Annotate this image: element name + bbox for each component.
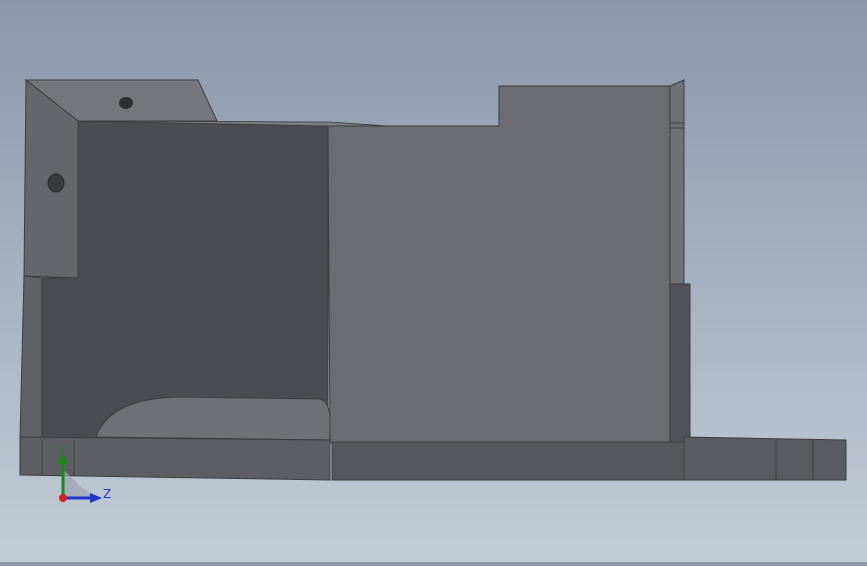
- y-axis-label: Y: [58, 445, 66, 456]
- top-hole[interactable]: [119, 97, 133, 109]
- right-rail[interactable]: [683, 436, 847, 481]
- model-canvas[interactable]: [0, 0, 867, 562]
- front-block[interactable]: [327, 85, 671, 444]
- z-arrow-icon: [90, 493, 102, 503]
- coordinate-triad: Y Z: [50, 440, 120, 510]
- back-cavity[interactable]: [41, 120, 329, 441]
- right-dark-block[interactable]: [669, 283, 691, 443]
- side-hole[interactable]: [47, 173, 65, 193]
- right-edge[interactable]: [669, 79, 685, 287]
- z-axis-label: Z: [103, 487, 111, 501]
- cad-viewport[interactable]: Y Z: [0, 0, 867, 562]
- origin-icon: [59, 494, 67, 502]
- base-plate-middle[interactable]: [331, 441, 685, 481]
- left-lower-wall[interactable]: [19, 275, 43, 438]
